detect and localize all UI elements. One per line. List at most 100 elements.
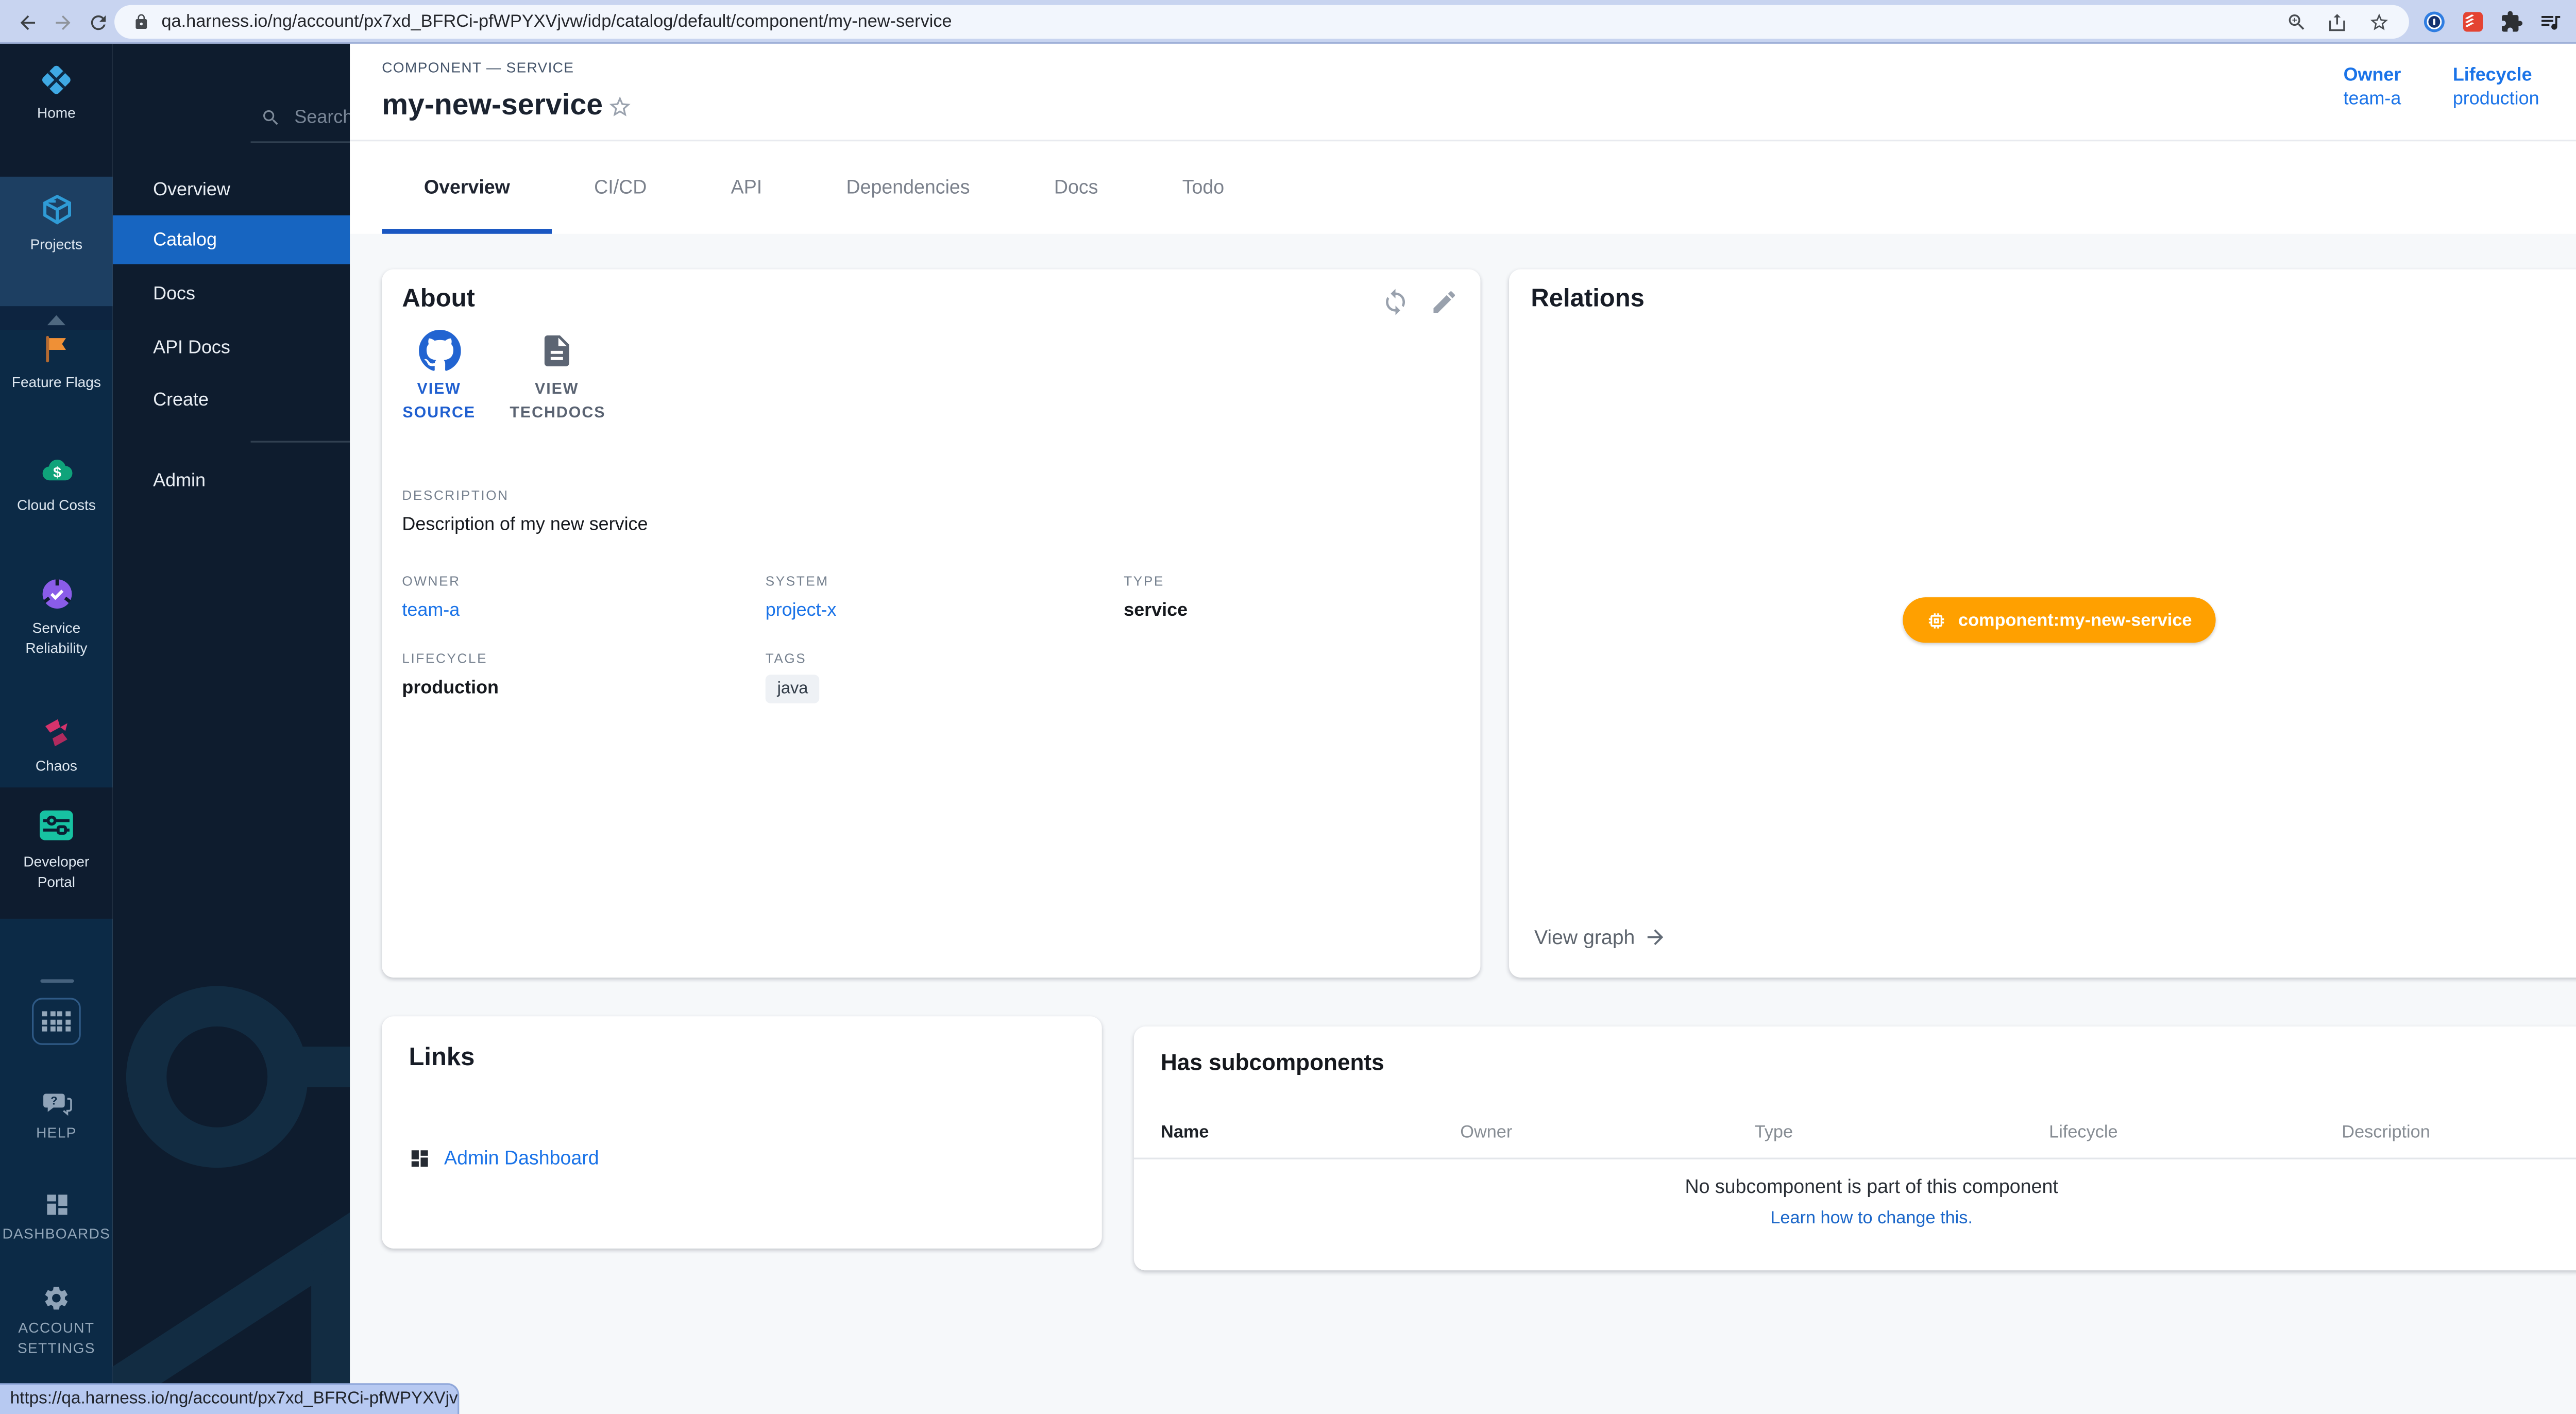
sidebar-decoration bbox=[113, 835, 350, 1414]
system-field-value[interactable]: project-x bbox=[766, 601, 837, 621]
sidebar-search[interactable]: Search bbox=[261, 104, 350, 131]
home-icon bbox=[39, 62, 74, 98]
sidebar-item-catalog[interactable]: Catalog bbox=[113, 215, 350, 264]
entity-header: COMPONENT — SERVICE my-new-service Owner… bbox=[350, 44, 2576, 234]
relations-heading: Relations bbox=[1531, 284, 1644, 313]
column-lifecycle[interactable]: Lifecycle bbox=[2049, 1122, 2117, 1142]
rail-item-feature-flags[interactable]: Feature Flags bbox=[0, 331, 113, 393]
overview-content: About VIEW SOURCE VIEW TECHDOCS DESCRIPT… bbox=[350, 234, 2576, 1414]
breadcrumb: COMPONENT — SERVICE bbox=[382, 59, 574, 76]
developer-portal-icon bbox=[36, 804, 78, 847]
lifecycle-field-value: production bbox=[402, 678, 499, 698]
relation-node[interactable]: component:my-new-service bbox=[1903, 597, 2215, 643]
address-bar[interactable]: qa.harness.io/ng/account/px7xd_BFRCi-pfW… bbox=[114, 5, 2409, 39]
owner-label: Owner bbox=[2344, 65, 2401, 86]
rail-item-home[interactable]: Home bbox=[0, 62, 113, 124]
description-value: Description of my new service bbox=[402, 515, 648, 535]
search-icon bbox=[261, 108, 281, 128]
sidebar-divider-2 bbox=[251, 441, 350, 443]
url-text: qa.harness.io/ng/account/px7xd_BFRCi-pfW… bbox=[161, 12, 2285, 32]
rail-item-projects[interactable]: Projects bbox=[0, 192, 113, 255]
relations-card: Relations component:my-new-service View … bbox=[1509, 269, 2576, 978]
tab-overview[interactable]: Overview bbox=[382, 141, 552, 234]
link-item[interactable]: Admin Dashboard bbox=[409, 1148, 599, 1169]
view-source-action[interactable]: VIEW SOURCE bbox=[395, 330, 483, 426]
module-picker-button[interactable] bbox=[32, 998, 81, 1045]
browser-toolbar: qa.harness.io/ng/account/px7xd_BFRCi-pfW… bbox=[0, 0, 2576, 44]
owner-field-value[interactable]: team-a bbox=[402, 601, 460, 621]
lifecycle-field-label: LIFECYCLE bbox=[402, 651, 487, 666]
help-chat-icon: ? bbox=[41, 1090, 72, 1117]
links-heading: Links bbox=[409, 1043, 474, 1072]
browser-back-icon[interactable] bbox=[17, 11, 39, 32]
sidebar-item-docs[interactable]: Docs bbox=[113, 269, 350, 318]
favorite-star-icon[interactable] bbox=[607, 94, 633, 120]
about-card: About VIEW SOURCE VIEW TECHDOCS DESCRIPT… bbox=[382, 269, 1480, 978]
about-heading: About bbox=[402, 284, 474, 313]
svg-text:$: $ bbox=[52, 464, 60, 481]
empty-state-link[interactable]: Learn how to change this. bbox=[1134, 1208, 2576, 1228]
extensions-puzzle-icon[interactable] bbox=[2500, 9, 2523, 33]
bookmark-star-icon[interactable] bbox=[2368, 11, 2389, 32]
system-field-label: SYSTEM bbox=[766, 574, 829, 588]
browser-reload-icon[interactable] bbox=[88, 11, 109, 32]
description-label: DESCRIPTION bbox=[402, 488, 509, 503]
tab-docs[interactable]: Docs bbox=[1012, 141, 1140, 234]
rail-item-account-settings[interactable]: ACCOUNT SETTINGS bbox=[0, 1284, 113, 1358]
type-field-label: TYPE bbox=[1124, 574, 1164, 588]
owner-value[interactable]: team-a bbox=[2344, 89, 2401, 109]
tags-field-label: TAGS bbox=[766, 651, 807, 666]
tab-todo[interactable]: Todo bbox=[1140, 141, 1266, 234]
search-placeholder: Search bbox=[294, 108, 350, 128]
type-field-value: service bbox=[1124, 601, 1188, 621]
rail-item-dashboards[interactable]: DASHBOARDS bbox=[0, 1191, 113, 1244]
rail-item-cloud-costs[interactable]: $ Cloud Costs bbox=[0, 452, 113, 516]
service-reliability-icon bbox=[38, 576, 75, 613]
rail-scroll-up-icon[interactable] bbox=[45, 311, 67, 326]
sidebar-item-api-docs[interactable]: API Docs bbox=[113, 323, 350, 372]
column-name[interactable]: Name bbox=[1161, 1122, 1209, 1142]
todoist-extension-icon[interactable] bbox=[2461, 9, 2485, 33]
rail-item-developer-portal[interactable]: Developer Portal bbox=[0, 804, 113, 892]
owner-field-label: OWNER bbox=[402, 574, 460, 588]
view-techdocs-action[interactable]: VIEW TECHDOCS bbox=[510, 330, 604, 426]
browser-forward-icon[interactable] bbox=[52, 11, 74, 32]
relation-node-label: component:my-new-service bbox=[1958, 610, 2192, 630]
chaos-icon bbox=[39, 715, 74, 751]
tab-api[interactable]: API bbox=[689, 141, 804, 234]
tab-cicd[interactable]: CI/CD bbox=[552, 141, 689, 234]
rail-item-chaos[interactable]: Chaos bbox=[0, 715, 113, 777]
sidebar-item-admin[interactable]: Admin bbox=[113, 456, 350, 505]
edit-pencil-icon[interactable] bbox=[1430, 288, 1459, 316]
sidebar-item-create[interactable]: Create bbox=[113, 375, 350, 424]
lifecycle-value: production bbox=[2453, 89, 2539, 109]
lifecycle-label: Lifecycle bbox=[2453, 65, 2539, 86]
tab-dependencies[interactable]: Dependencies bbox=[804, 141, 1012, 234]
entity-tabs: Overview CI/CD API Dependencies Docs Tod… bbox=[382, 141, 1266, 234]
onepassword-extension-icon[interactable] bbox=[2422, 9, 2446, 33]
column-description[interactable]: Description bbox=[2342, 1122, 2430, 1142]
subcomponents-card: Has subcomponents Name Owner Type Lifecy… bbox=[1134, 1026, 2576, 1270]
sidebar-item-overview[interactable]: Overview bbox=[113, 165, 350, 214]
share-icon[interactable] bbox=[2327, 11, 2348, 32]
status-bar: https://qa.harness.io/ng/account/px7xd_B… bbox=[0, 1382, 459, 1414]
links-card: Links Admin Dashboard bbox=[382, 1016, 1102, 1249]
column-owner[interactable]: Owner bbox=[1460, 1122, 1512, 1142]
svg-text:?: ? bbox=[50, 1095, 57, 1107]
view-graph-link[interactable]: View graph bbox=[1534, 925, 1667, 949]
tag-chip[interactable]: java bbox=[766, 675, 820, 703]
zoom-page-icon[interactable] bbox=[2285, 11, 2307, 32]
view-source-label: VIEW SOURCE bbox=[395, 377, 483, 425]
cloud-costs-icon: $ bbox=[38, 452, 75, 490]
rail-item-help[interactable]: ? HELP bbox=[0, 1090, 113, 1143]
module-rail: Home Projects Feature Flags $ Cloud Cost… bbox=[0, 44, 113, 1414]
column-type[interactable]: Type bbox=[1755, 1122, 1793, 1142]
playlist-extension-icon[interactable] bbox=[2538, 9, 2562, 33]
projects-cube-icon bbox=[38, 192, 75, 229]
rail-item-service-reliability[interactable]: Service Reliability bbox=[0, 576, 113, 659]
lock-icon bbox=[133, 13, 150, 30]
sidebar-divider bbox=[251, 141, 350, 143]
feature-flags-icon bbox=[39, 331, 74, 367]
dashboard-link-icon bbox=[409, 1148, 430, 1169]
refresh-icon[interactable] bbox=[1381, 288, 1410, 316]
